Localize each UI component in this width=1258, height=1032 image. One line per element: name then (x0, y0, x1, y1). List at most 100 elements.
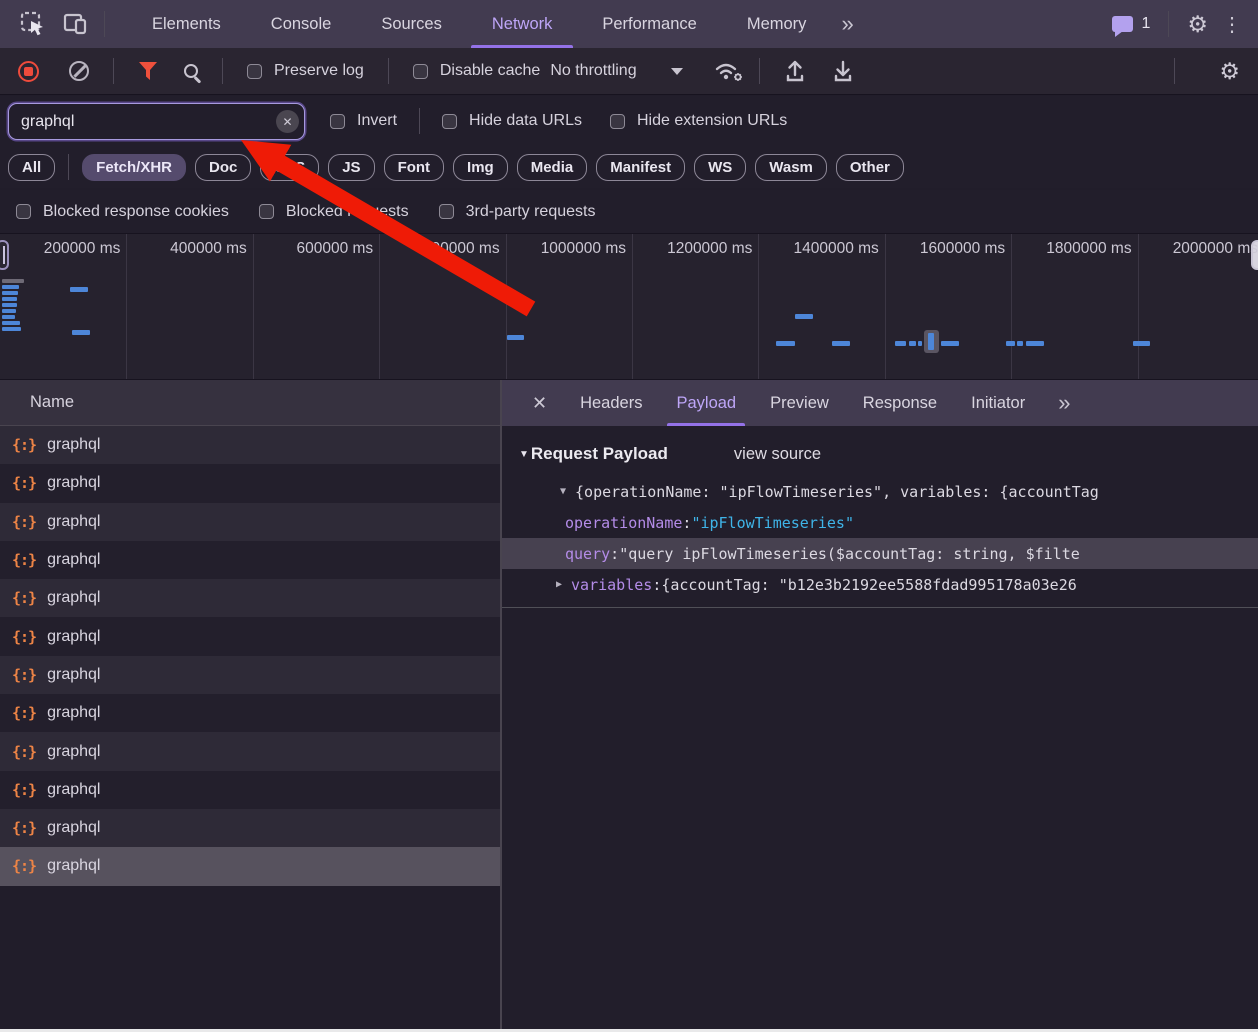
detail-more-tabs-icon[interactable]: » (1048, 380, 1080, 426)
waterfall-bar[interactable] (2, 321, 20, 325)
waterfall-bar[interactable] (70, 287, 88, 292)
blocked-requests-checkbox[interactable] (259, 204, 274, 219)
request-row[interactable]: {:}graphql (0, 732, 500, 770)
waterfall-bar[interactable] (941, 341, 959, 346)
more-options-icon[interactable]: ⋮ (1222, 12, 1242, 37)
disable-cache-checkbox[interactable] (413, 64, 428, 79)
hide-data-urls-checkbox[interactable] (442, 114, 457, 129)
waterfall-bar[interactable] (1006, 341, 1015, 346)
waterfall-bar[interactable] (2, 285, 19, 289)
chip-fetch-xhr[interactable]: Fetch/XHR (82, 154, 186, 181)
request-row[interactable]: {:}graphql (0, 503, 500, 541)
chip-img[interactable]: Img (453, 154, 508, 181)
hide-extension-urls-option[interactable]: Hide extension URLs (610, 112, 787, 130)
waterfall-bar[interactable] (795, 314, 813, 319)
detail-tab-payload[interactable]: Payload (659, 380, 753, 426)
chip-wasm[interactable]: Wasm (755, 154, 827, 181)
device-toolbar-icon[interactable] (58, 7, 92, 41)
payload-preview-line[interactable]: ▼ {operationName: "ipFlowTimeseries", va… (502, 476, 1258, 507)
payload-entry-operationName[interactable]: operationName: "ipFlowTimeseries" (502, 507, 1258, 538)
waterfall-bar[interactable] (1017, 341, 1023, 346)
waterfall-bar[interactable] (2, 291, 18, 295)
tab-memory[interactable]: Memory (722, 0, 832, 48)
detail-tab-response[interactable]: Response (846, 380, 954, 426)
record-network-log-icon[interactable] (18, 61, 39, 82)
detail-tab-initiator[interactable]: Initiator (954, 380, 1042, 426)
network-conditions-icon[interactable] (713, 58, 743, 84)
third-party-requests-checkbox[interactable] (439, 204, 454, 219)
chip-doc[interactable]: Doc (195, 154, 251, 181)
filter-input[interactable] (8, 103, 305, 140)
tab-network[interactable]: Network (467, 0, 578, 48)
waterfall-bar[interactable] (776, 341, 795, 346)
waterfall-bar[interactable] (2, 297, 17, 301)
tab-console[interactable]: Console (246, 0, 357, 48)
inspect-element-icon[interactable] (16, 7, 50, 41)
chip-media[interactable]: Media (517, 154, 588, 181)
waterfall-bar[interactable] (2, 315, 15, 319)
request-row[interactable]: {:}graphql (0, 809, 500, 847)
waterfall-bar[interactable] (832, 341, 850, 346)
request-row[interactable]: {:}graphql (0, 656, 500, 694)
clear-network-log-icon[interactable] (69, 61, 89, 81)
import-har-icon[interactable] (782, 59, 808, 83)
request-row[interactable]: {:}graphql (0, 771, 500, 809)
waterfall-bar[interactable] (918, 341, 922, 346)
chip-other[interactable]: Other (836, 154, 904, 181)
waterfall-bar[interactable] (72, 330, 90, 335)
hide-extension-urls-checkbox[interactable] (610, 114, 625, 129)
close-detail-icon[interactable]: ✕ (516, 380, 563, 426)
chip-ws[interactable]: WS (694, 154, 746, 181)
invert-checkbox[interactable] (330, 114, 345, 129)
hide-data-urls-option[interactable]: Hide data URLs (442, 112, 582, 130)
waterfall-bar[interactable] (507, 335, 524, 340)
search-icon[interactable] (184, 64, 198, 78)
chip-manifest[interactable]: Manifest (596, 154, 685, 181)
request-row[interactable]: {:}graphql (0, 579, 500, 617)
collapse-triangle-icon[interactable]: ▼ (519, 449, 529, 460)
waterfall-bar[interactable] (1026, 341, 1044, 346)
waterfall-bar[interactable] (2, 309, 16, 313)
preserve-log-option[interactable]: Preserve log (247, 62, 364, 80)
request-row[interactable]: {:}graphql (0, 694, 500, 732)
request-row[interactable]: {:}graphql (0, 847, 500, 885)
settings-gear-icon[interactable]: ⚙ (1187, 13, 1208, 36)
tab-elements[interactable]: Elements (127, 0, 246, 48)
waterfall-bar[interactable] (928, 333, 934, 350)
blocked-requests-option[interactable]: Blocked requests (259, 203, 409, 221)
payload-entry-query[interactable]: query: "query ipFlowTimeseries($accountT… (502, 538, 1258, 569)
payload-entry-variables[interactable]: ▶ variables: {accountTag: "b12e3b2192ee5… (502, 569, 1258, 600)
waterfall-bar[interactable] (1133, 341, 1150, 346)
expand-triangle-icon[interactable]: ▶ (556, 579, 562, 590)
more-tabs-icon[interactable]: » (831, 0, 863, 48)
waterfall-bar[interactable] (2, 303, 17, 307)
preserve-log-checkbox[interactable] (247, 64, 262, 79)
issues-message-icon[interactable] (1112, 16, 1133, 32)
issues-count[interactable]: 1 (1141, 15, 1150, 33)
clear-filter-icon[interactable]: ✕ (276, 110, 299, 133)
waterfall-bar[interactable] (895, 341, 906, 346)
network-overview-timeline[interactable]: 200000 ms400000 ms600000 ms800000 ms1000… (0, 233, 1258, 380)
request-row[interactable]: {:}graphql (0, 464, 500, 502)
throttling-select[interactable]: No throttling (550, 62, 682, 81)
chip-css[interactable]: CSS (260, 154, 319, 181)
chip-font[interactable]: Font (384, 154, 444, 181)
name-column-header[interactable]: Name (0, 380, 500, 426)
disable-cache-option[interactable]: Disable cache (413, 62, 541, 80)
third-party-requests-option[interactable]: 3rd-party requests (439, 203, 596, 221)
detail-tab-headers[interactable]: Headers (563, 380, 659, 426)
chip-all[interactable]: All (8, 154, 55, 181)
filter-icon[interactable] (138, 61, 158, 81)
waterfall-bar[interactable] (909, 341, 916, 346)
network-settings-gear-icon[interactable]: ⚙ (1219, 60, 1240, 83)
invert-filter-option[interactable]: Invert (330, 112, 397, 130)
tab-sources[interactable]: Sources (356, 0, 467, 48)
waterfall-bar[interactable] (2, 327, 21, 331)
expand-triangle-icon[interactable]: ▼ (560, 486, 566, 497)
request-row[interactable]: {:}graphql (0, 617, 500, 655)
blocked-response-cookies-option[interactable]: Blocked response cookies (16, 203, 229, 221)
tab-performance[interactable]: Performance (577, 0, 721, 48)
waterfall-bar[interactable] (2, 279, 24, 283)
request-row[interactable]: {:}graphql (0, 541, 500, 579)
blocked-response-cookies-checkbox[interactable] (16, 204, 31, 219)
